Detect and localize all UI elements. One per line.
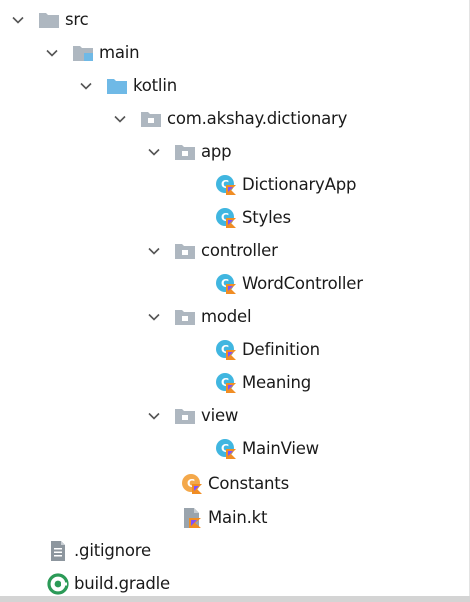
project-tree: src main kotlin com.akshay.dictionary ap… [0,0,470,596]
tree-node-label: DictionaryApp [242,175,357,194]
package-icon [174,306,196,328]
tree-node-package[interactable]: com.akshay.dictionary [110,102,347,135]
package-icon [174,141,196,163]
tree-node-dictionary-app[interactable]: C DictionaryApp [215,168,356,201]
folder-icon [38,9,60,31]
tree-node-word-controller[interactable]: C WordController [215,267,363,300]
tree-node-label: com.akshay.dictionary [167,109,348,128]
tree-node-label: main [99,43,140,62]
tree-node-label: .gitignore [74,541,151,560]
chevron-down-icon[interactable] [144,300,164,333]
text-file-icon [47,540,69,562]
package-icon [174,240,196,262]
tree-node-meaning[interactable]: C Meaning [215,366,311,399]
tree-node-main-view[interactable]: C MainView [215,432,319,465]
chevron-down-icon[interactable] [144,135,164,168]
tree-node-kotlin[interactable]: kotlin [76,69,177,102]
kotlin-class-icon: C [215,438,237,460]
tree-node-label: Definition [242,340,320,359]
kotlin-class-icon: C [215,273,237,295]
kotlin-class-icon: C [215,339,237,361]
tree-node-main-kt[interactable]: Main.kt [181,501,267,534]
tree-node-controller[interactable]: controller [144,234,278,267]
tree-node-src[interactable]: src [8,3,89,36]
tree-node-label: Main.kt [208,508,268,527]
kotlin-class-icon: C [215,207,237,229]
chevron-down-icon[interactable] [144,234,164,267]
tree-node-label: src [65,10,89,29]
tree-node-app[interactable]: app [144,135,232,168]
tree-node-view[interactable]: view [144,399,238,432]
tree-node-label: Constants [208,474,289,493]
tree-node-main[interactable]: main [42,36,140,69]
chevron-down-icon[interactable] [110,102,130,135]
kotlin-file-icon [181,507,203,529]
kotlin-object-icon: C [181,473,203,495]
chevron-down-icon[interactable] [76,69,96,102]
gradle-icon [47,572,69,595]
blue-source-folder-icon [106,75,128,97]
tree-node-label: Styles [242,208,291,227]
tree-node-label: model [201,307,252,326]
kotlin-class-icon: C [215,174,237,196]
chevron-down-icon[interactable] [8,3,28,36]
tree-node-model[interactable]: model [144,300,252,333]
tree-node-label: WordController [242,274,363,293]
tree-node-label: Meaning [242,373,312,392]
tree-node-label: kotlin [133,76,177,95]
tree-node-styles[interactable]: C Styles [215,201,291,234]
package-icon [140,108,162,130]
tree-node-gitignore[interactable]: .gitignore [47,534,151,567]
tree-node-label: view [201,406,239,425]
package-icon [174,405,196,427]
chevron-down-icon[interactable] [144,399,164,432]
tree-node-label: MainView [242,439,319,458]
chevron-down-icon[interactable] [42,36,62,69]
tree-node-label: app [201,142,232,161]
tree-node-label: controller [201,241,278,260]
tree-node-constants[interactable]: C Constants [181,467,289,500]
horizontal-scrollbar[interactable] [0,596,470,602]
source-root-folder-icon [72,42,94,64]
tree-node-definition[interactable]: C Definition [215,333,320,366]
kotlin-class-icon: C [215,372,237,394]
